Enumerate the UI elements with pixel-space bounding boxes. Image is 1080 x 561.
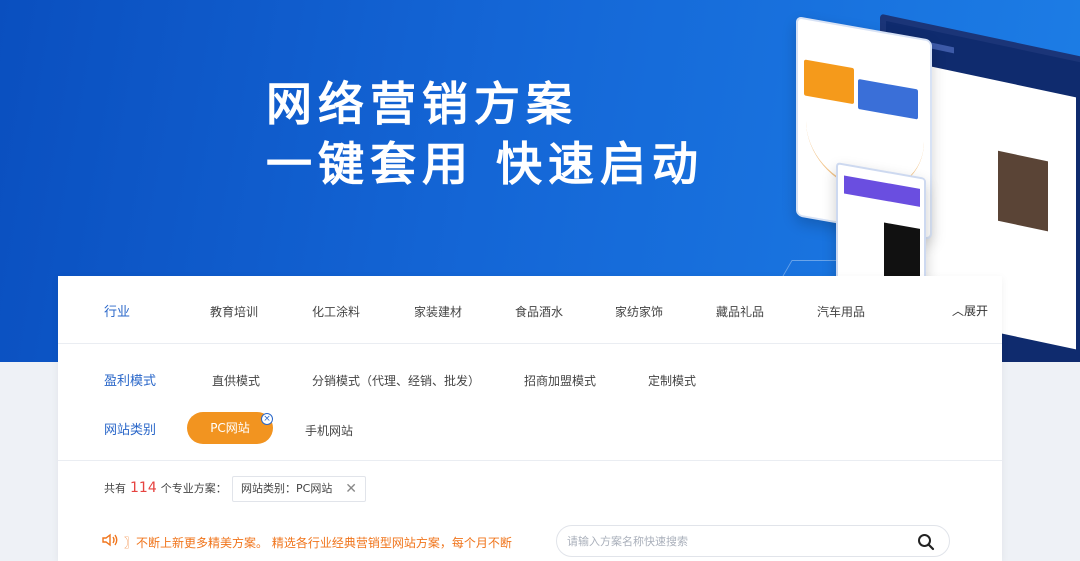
close-icon[interactable]: ✕	[345, 477, 357, 501]
active-filter-tag[interactable]: 网站类别：PC网站 ✕	[232, 476, 366, 502]
industry-row: 行业 教育培训 化工涂料 家装建材 食品酒水 家纺家饰 藏品礼品 汽车用品 ︿展…	[58, 276, 1002, 344]
industry-item[interactable]: 家装建材	[414, 303, 462, 320]
count-suffix: 个专业方案：	[160, 482, 227, 495]
industry-item[interactable]: 藏品礼品	[716, 303, 764, 320]
profit-model-item[interactable]: 定制模式	[648, 372, 696, 389]
site-type-pc-selected[interactable]: PC网站	[187, 412, 273, 444]
profit-model-item[interactable]: 招商加盟模式	[524, 372, 596, 389]
profit-model-item[interactable]: 直供模式	[212, 372, 260, 389]
notice-text: 〗不断上新更多精美方案。 精选各行业经典营销型网站方案，每个月不断	[124, 536, 512, 550]
result-count: 共有 114 个专业方案：	[104, 480, 227, 496]
search-icon[interactable]	[917, 533, 935, 551]
profit-model-item[interactable]: 分销模式（代理、经销、批发）	[312, 372, 480, 389]
chevron-up-icon: ︿	[951, 304, 964, 318]
search-input[interactable]	[567, 531, 897, 551]
filter-panel: 行业 教育培训 化工涂料 家装建材 食品酒水 家纺家饰 藏品礼品 汽车用品 ︿展…	[58, 276, 1002, 561]
divider	[58, 460, 1002, 461]
industry-item[interactable]: 汽车用品	[817, 303, 865, 320]
profit-model-label: 盈利模式	[104, 374, 157, 389]
speaker-icon	[102, 532, 120, 554]
hero-title: 网络营销方案	[266, 77, 578, 131]
expand-label: 展开	[963, 304, 988, 318]
industry-label: 行业	[104, 305, 131, 320]
hero-subtitle: 一键套用 快速启动	[266, 137, 705, 191]
industry-item[interactable]: 化工涂料	[312, 303, 360, 320]
remove-selection-icon[interactable]: ×	[261, 413, 273, 425]
industry-item[interactable]: 家纺家饰	[615, 303, 663, 320]
site-type-mobile[interactable]: 手机网站	[305, 422, 353, 439]
expand-button[interactable]: ︿展开	[952, 302, 988, 319]
active-filter-text: 网站类别：PC网站	[241, 482, 333, 495]
search-box	[556, 525, 950, 557]
count-number: 114	[130, 480, 157, 496]
count-prefix: 共有	[104, 482, 126, 495]
industry-item[interactable]: 教育培训	[210, 303, 258, 320]
industry-item[interactable]: 食品酒水	[515, 303, 563, 320]
notice-marquee: 〗不断上新更多精美方案。 精选各行业经典营销型网站方案，每个月不断	[102, 532, 562, 554]
site-type-label: 网站类别	[104, 423, 157, 438]
